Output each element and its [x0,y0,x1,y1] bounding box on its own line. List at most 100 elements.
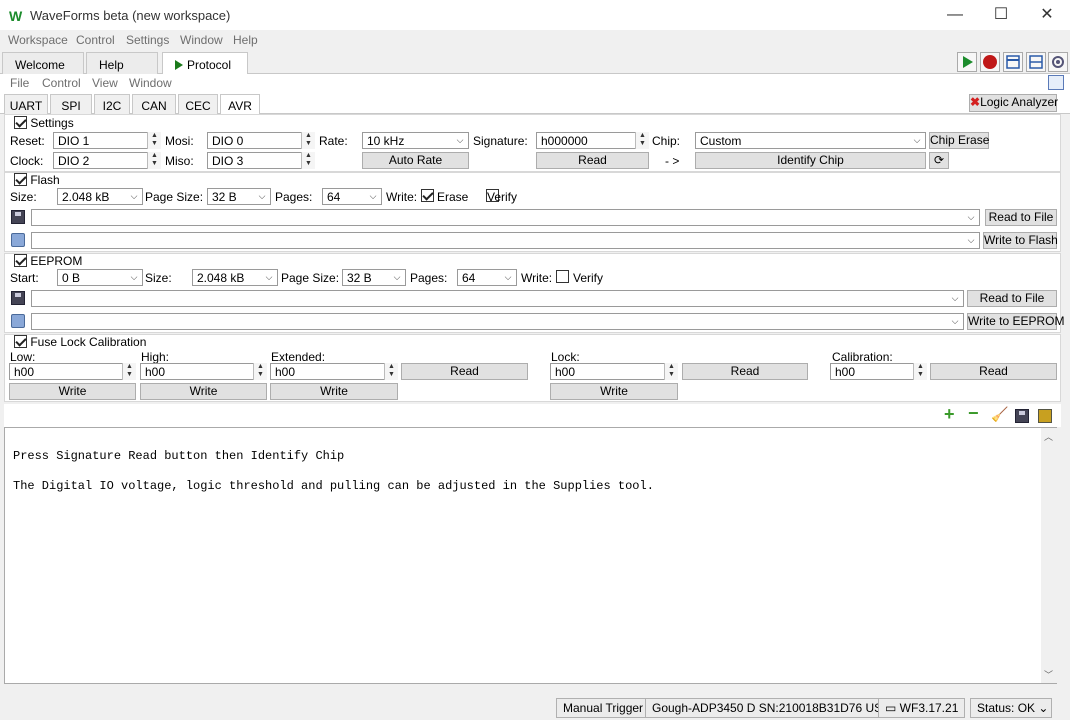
manual-trigger-button[interactable]: Manual Trigger [556,698,651,718]
menu-protocol-control[interactable]: Control [42,76,81,90]
calibration-spinner[interactable]: ▲ ▼ [913,363,927,380]
fuse-extended-input[interactable]: h00 [270,363,398,380]
menu-protocol-window[interactable]: Window [129,76,172,90]
open-file-icon[interactable] [11,233,25,247]
identify-chip-button[interactable]: Identify Chip [695,152,926,169]
tab-protocol[interactable]: Protocol× [162,52,248,89]
auto-rate-button[interactable]: Auto Rate [362,152,469,169]
close-button[interactable]: ✕ [1024,0,1070,30]
settings-checkbox[interactable] [14,116,27,129]
fuse-high-write-button[interactable]: Write [140,383,267,400]
scroll-up-icon[interactable]: ︿ [1044,430,1053,443]
menu-control[interactable]: Control [76,33,115,47]
tab-can[interactable]: CAN [132,94,176,114]
clock-spinner[interactable]: ▲ ▼ [147,152,161,169]
flash-erase-checkbox[interactable] [421,189,434,202]
menu-file[interactable]: File [10,76,29,90]
eeprom-read-path[interactable] [31,290,964,307]
lock-spinner[interactable]: ▲ ▼ [664,363,678,380]
save-icon[interactable] [11,291,25,305]
tab-avr[interactable]: AVR [220,94,260,115]
tab-spi[interactable]: SPI [50,94,92,114]
fuse-extended-write-button[interactable]: Write [270,383,398,400]
run-icon[interactable] [957,52,977,72]
tab-uart[interactable]: UART [4,94,48,114]
reset-spinner[interactable]: ▲ ▼ [147,132,161,149]
chevron-down-icon: ⌵ [265,272,273,282]
chevron-down-icon: ⌵ [967,235,975,245]
flash-checkbox[interactable] [14,173,27,186]
flash-write-path[interactable] [31,232,980,249]
remove-icon[interactable]: − [968,404,979,422]
save-as-icon[interactable] [1038,409,1052,423]
menu-settings[interactable]: Settings [126,33,169,47]
device-info[interactable]: Gough-ADP3450 D SN:210018B31D76 USB:LX [645,698,916,718]
eeprom-checkbox[interactable] [14,254,27,267]
signature-input[interactable]: h000000 [536,132,649,149]
tab-welcome[interactable]: Welcome+ [2,52,84,88]
save-icon[interactable] [1015,409,1029,423]
eeprom-start-value: 0 B [62,271,81,285]
flash-read-to-file-button[interactable]: Read to File [985,209,1057,226]
write-to-eeprom-button[interactable]: Write to EEPROM [967,313,1064,330]
fuse-high-input[interactable]: h00 [140,363,267,380]
restore-window-icon[interactable] [1048,75,1064,90]
fuse-extended-spinner[interactable]: ▲ ▼ [384,363,398,380]
fuse-checkbox[interactable] [14,335,27,348]
scroll-down-icon[interactable]: ﹀ [1044,668,1053,681]
signature-read-button[interactable]: Read [536,152,649,169]
signature-spinner[interactable]: ▲ ▼ [635,132,649,149]
tab-i2c[interactable]: I2C [94,94,130,114]
settings-gear-icon[interactable] [1048,52,1068,72]
lock-input[interactable]: h00 [550,363,678,380]
lock-write-button[interactable]: Write [550,383,678,400]
eeprom-read-to-file-button[interactable]: Read to File [967,290,1057,307]
calibration-read-button[interactable]: Read [930,363,1057,380]
eeprom-write-path[interactable] [31,313,964,330]
flash-page-size-value: 32 B [212,190,237,204]
clock-input[interactable]: DIO 2 [53,152,161,169]
chip-select[interactable]: Custom [695,132,926,149]
fuse-read-button[interactable]: Read [401,363,528,380]
menu-view[interactable]: View [92,76,118,90]
split-window-icon[interactable] [1026,52,1046,72]
open-file-icon[interactable] [11,314,25,328]
write-to-flash-button[interactable]: Write to Flash [983,232,1058,249]
maximize-button[interactable]: ☐ [978,0,1024,30]
menu-window[interactable]: Window [180,33,223,47]
add-icon[interactable]: + [944,405,955,423]
reset-input[interactable]: DIO 1 [53,132,161,149]
fuse-low-input[interactable]: h00 [9,363,136,380]
flash-read-path[interactable] [31,209,980,226]
menu-help[interactable]: Help [233,33,258,47]
eeprom-verify-checkbox[interactable] [556,270,569,283]
lock-read-button[interactable]: Read [682,363,808,380]
logic-analyzer-button[interactable]: ✖Logic Analyzer [969,94,1058,112]
save-icon[interactable] [11,210,25,224]
chip-erase-button[interactable]: Chip Erase [929,132,989,149]
tab-help[interactable]: Help [86,52,158,74]
miso-input[interactable]: DIO 3 [207,152,315,169]
eeprom-pages-value: 64 [462,271,476,285]
minimize-button[interactable]: — [932,0,978,30]
calibration-value: h00 [835,365,856,379]
mosi-spinner[interactable]: ▲ ▼ [301,132,315,149]
mosi-input[interactable]: DIO 0 [207,132,315,149]
menu-workspace[interactable]: Workspace [8,33,68,47]
tab-welcome-label: Welcome [15,58,65,72]
miso-spinner[interactable]: ▲ ▼ [301,152,315,169]
tab-cec[interactable]: CEC [178,94,218,114]
refresh-icon[interactable]: ⟳ [929,152,949,169]
clear-broom-icon[interactable]: 🧹 [991,406,1008,423]
chevron-down-icon: ⌵ [913,135,921,145]
fuse-low-value: h00 [14,365,35,379]
dock-window-icon[interactable] [1003,52,1023,72]
console-scrollbar[interactable]: ︿ ﹀ [1041,428,1057,683]
status-indicator[interactable]: Status: OK ⌄ [970,698,1052,718]
fuse-title: Fuse Lock Calibration [30,335,147,349]
console-output[interactable]: Press Signature Read button then Identif… [4,427,1057,684]
fuse-high-spinner[interactable]: ▲ ▼ [253,363,267,380]
fuse-low-spinner[interactable]: ▲ ▼ [122,363,136,380]
fuse-low-write-button[interactable]: Write [9,383,136,400]
record-icon[interactable] [980,52,1000,72]
